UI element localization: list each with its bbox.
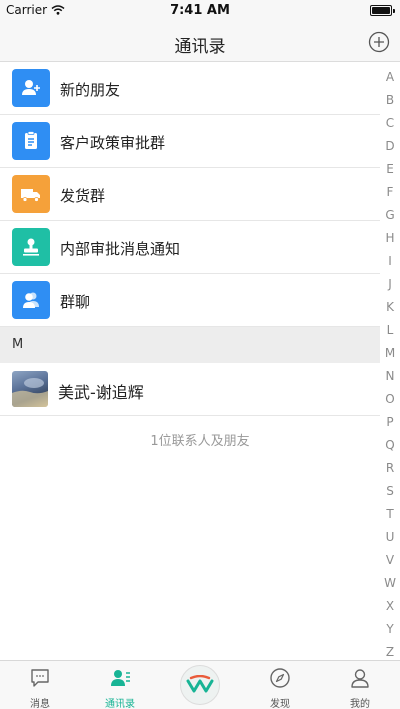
group-icon [12,281,50,319]
tab-profile[interactable]: 我的 [320,661,400,709]
tab-contacts[interactable]: 通讯录 [80,661,160,709]
contact-count: 1位联系人及朋友 [150,434,250,449]
index-letter[interactable]: T [380,503,400,526]
list-item-new-friends[interactable]: 新的朋友 [0,62,380,115]
list-item-label: 新的朋友 [60,81,121,99]
index-letter[interactable]: Y [380,618,400,641]
index-letter[interactable]: M [380,342,400,365]
message-icon [31,669,49,687]
index-letter[interactable]: W [380,572,400,595]
contact-name: 美武-谢追辉 [58,383,144,402]
contacts-icon [111,670,130,686]
navigation-bar: 通讯录 [0,22,400,62]
index-letter[interactable]: N [380,365,400,388]
list-item-group-chat[interactable]: 群聊 [0,274,380,327]
index-letter[interactable]: H [380,227,400,250]
battery-icon [370,5,395,16]
index-letter[interactable]: C [380,112,400,135]
avatar [12,371,48,407]
list-item-policy-approval-group[interactable]: 客户政策审批群 [0,115,380,168]
add-icon[interactable] [368,31,390,53]
page-title: 通讯录 [174,37,226,57]
index-letter[interactable]: U [380,526,400,549]
tab-messages[interactable]: 消息 [0,661,80,709]
person-add-icon [12,69,50,107]
index-letter[interactable]: R [380,457,400,480]
contact-row[interactable]: 美武-谢追辉 [0,363,380,416]
app-logo-icon [180,665,220,705]
tab-label: 通讯录 [105,699,135,709]
index-letter[interactable]: I [380,250,400,273]
tab-label: 发现 [270,699,290,709]
index-letter[interactable]: G [380,204,400,227]
status-time: 7:41 AM [170,3,230,18]
index-letter[interactable]: S [380,480,400,503]
list-item-internal-approval-notice[interactable]: 内部审批消息通知 [0,221,380,274]
index-letter[interactable]: X [380,595,400,618]
index-letter[interactable]: V [380,549,400,572]
tab-center-app[interactable] [160,661,240,709]
list-item-label: 客户政策审批群 [60,134,166,152]
index-letter[interactable]: B [380,89,400,112]
list-item-label: 发货群 [60,187,106,205]
status-bar: Carrier 7:41 AM [0,0,400,22]
index-letter[interactable]: F [380,181,400,204]
index-letter[interactable]: J [380,273,400,296]
stamp-icon [12,228,50,266]
alphabet-index[interactable]: A B C D E F G H I J K L M N O P Q R S T … [380,66,400,664]
list-item-label: 群聊 [60,293,91,311]
index-letter[interactable]: A [380,66,400,89]
index-letter[interactable]: O [380,388,400,411]
tab-label: 消息 [30,699,50,709]
tab-bar: 消息 通讯录 发现 我的 [0,660,400,709]
document-icon [12,122,50,160]
index-letter[interactable]: P [380,411,400,434]
section-header: M [0,327,380,363]
section-letter: M [12,337,24,352]
compass-icon [270,668,290,688]
index-letter[interactable]: K [380,296,400,319]
tab-discover[interactable]: 发现 [240,661,320,709]
contact-list: 新的朋友 客户政策审批群 发货群 内部审批消息通知 群聊 M 美武-谢追辉 [0,62,380,416]
truck-icon [12,175,50,213]
index-letter[interactable]: D [380,135,400,158]
list-item-label: 内部审批消息通知 [60,240,181,258]
index-letter[interactable]: Q [380,434,400,457]
index-letter[interactable]: E [380,158,400,181]
list-item-shipping-group[interactable]: 发货群 [0,168,380,221]
tab-label: 我的 [350,699,370,709]
index-letter[interactable]: L [380,319,400,342]
profile-icon [351,669,369,688]
